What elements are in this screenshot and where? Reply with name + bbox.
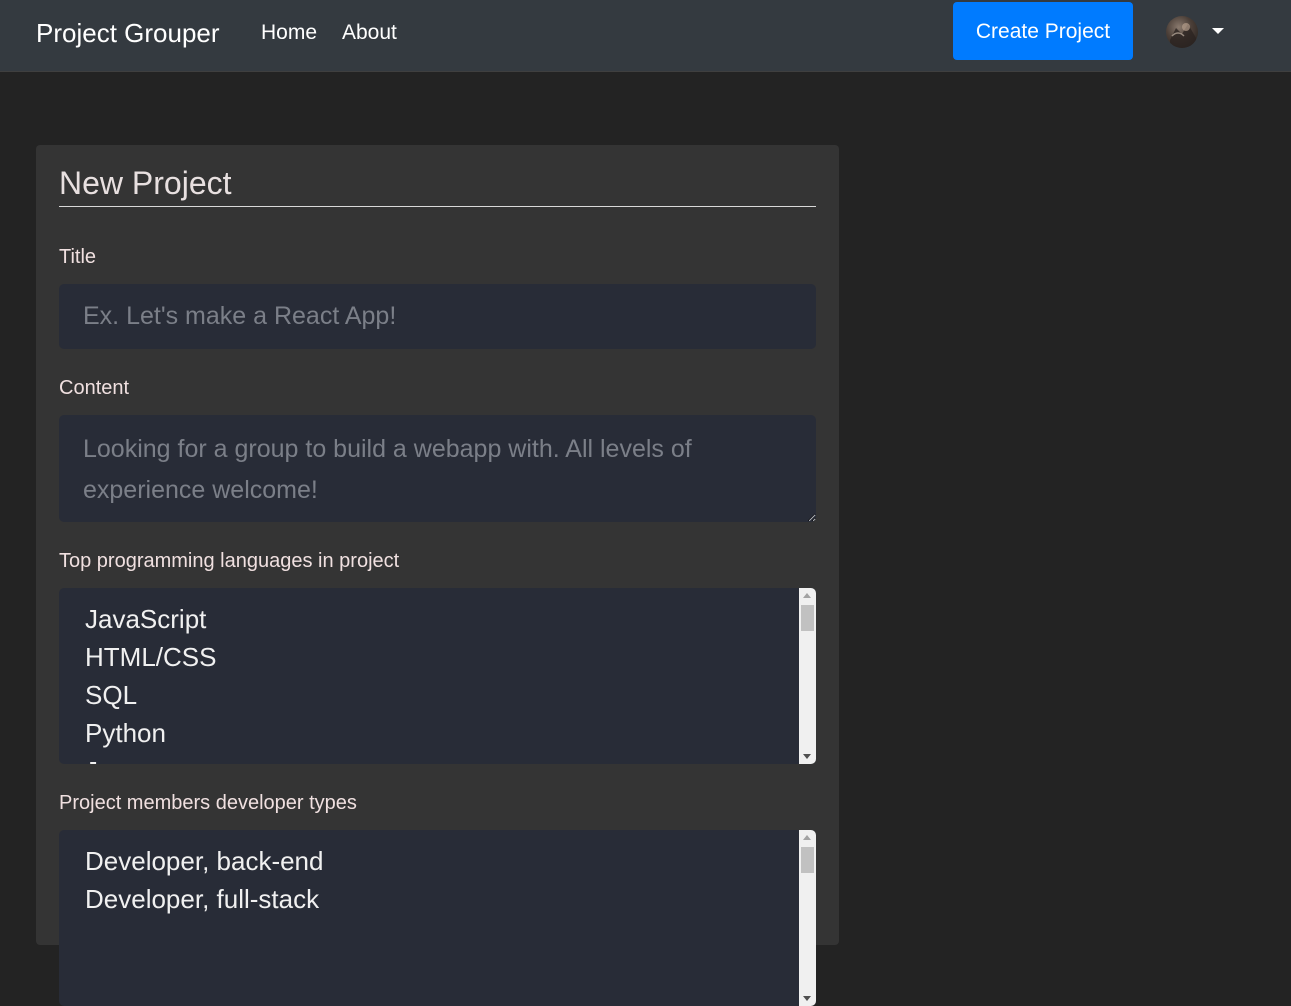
scroll-down-icon[interactable] xyxy=(803,754,811,759)
language-option[interactable]: Java xyxy=(85,752,216,764)
nav-about-link[interactable]: About xyxy=(342,19,397,47)
title-label: Title xyxy=(59,246,97,268)
devtypes-options: Developer, back-end Developer, full-stac… xyxy=(85,842,323,918)
nav-home-link[interactable]: Home xyxy=(261,19,317,47)
languages-label: Top programming languages in project xyxy=(59,550,400,572)
language-option[interactable]: Python xyxy=(85,714,216,752)
scroll-down-icon[interactable] xyxy=(803,996,811,1001)
language-option[interactable]: JavaScript xyxy=(85,600,216,638)
user-menu-toggle[interactable] xyxy=(1166,16,1228,48)
heading-divider xyxy=(59,206,816,207)
devtypes-multiselect[interactable]: Developer, back-end Developer, full-stac… xyxy=(59,830,816,1006)
caret-down-icon xyxy=(1212,28,1224,34)
create-project-button[interactable]: Create Project xyxy=(953,2,1133,60)
devtypes-label: Project members developer types xyxy=(59,792,357,814)
user-avatar-icon xyxy=(1166,16,1198,48)
devtype-option[interactable]: Developer, full-stack xyxy=(85,880,323,918)
language-option[interactable]: HTML/CSS xyxy=(85,638,216,676)
scroll-thumb[interactable] xyxy=(801,847,814,873)
scroll-up-icon[interactable] xyxy=(803,593,811,598)
content-textarea[interactable] xyxy=(59,415,816,522)
content-label: Content xyxy=(59,377,130,399)
languages-scrollbar[interactable] xyxy=(799,588,816,764)
devtypes-scrollbar[interactable] xyxy=(799,830,816,1006)
form-heading: New Project xyxy=(59,165,232,201)
languages-options: JavaScript HTML/CSS SQL Python Java xyxy=(85,600,216,764)
new-project-card: New Project Title Content Top programmin… xyxy=(36,145,839,1006)
scroll-thumb[interactable] xyxy=(801,605,814,631)
navbar: Project Grouper Home About Create Projec… xyxy=(0,0,1291,72)
devtype-option[interactable]: Developer, back-end xyxy=(85,842,323,880)
language-option[interactable]: SQL xyxy=(85,676,216,714)
title-input[interactable] xyxy=(59,284,816,349)
languages-multiselect[interactable]: JavaScript HTML/CSS SQL Python Java xyxy=(59,588,816,764)
scroll-up-icon[interactable] xyxy=(803,835,811,840)
brand-link[interactable]: Project Grouper xyxy=(36,16,220,50)
